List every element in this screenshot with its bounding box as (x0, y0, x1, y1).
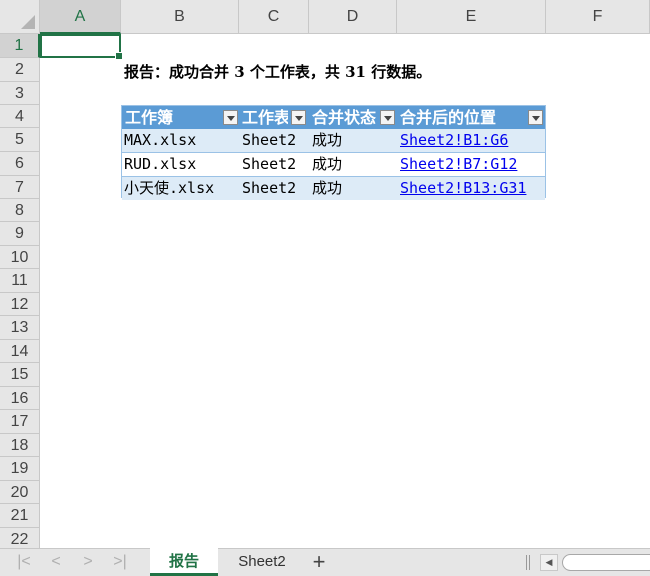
cell-workbook[interactable]: RUD.xlsx (124, 153, 238, 176)
tab-sheet2[interactable]: Sheet2 (220, 548, 304, 576)
row-header-10[interactable]: 10 (0, 246, 40, 269)
filter-dropdown-icon[interactable] (528, 110, 543, 125)
fill-handle[interactable] (115, 52, 123, 60)
row-header-5[interactable]: 5 (0, 128, 40, 152)
row-header-9[interactable]: 9 (0, 222, 40, 246)
row-header-3[interactable]: 3 (0, 82, 40, 105)
location-link[interactable]: Sheet2!B7:G12 (400, 153, 545, 176)
row-header-13[interactable]: 13 (0, 316, 40, 340)
table-header-row: 工作簿 工作表 合并状态 合并后的位置 (122, 106, 545, 129)
next-sheet-icon[interactable]: > (78, 552, 98, 572)
row-header-14[interactable]: 14 (0, 340, 40, 363)
location-link[interactable]: Sheet2!B1:G6 (400, 129, 545, 152)
last-sheet-icon[interactable]: >| (110, 552, 130, 572)
horizontal-scrollbar[interactable] (562, 554, 650, 571)
row-header-8[interactable]: 8 (0, 199, 40, 222)
sheet-tab-bar: |< < > >| 报告 Sheet2 + ◀ (0, 548, 650, 576)
tab-report[interactable]: 报告 (150, 548, 218, 576)
filter-dropdown-icon[interactable] (291, 110, 306, 125)
cell-worksheet[interactable]: Sheet2 (242, 177, 310, 200)
first-sheet-icon[interactable]: |< (14, 552, 34, 572)
location-link[interactable]: Sheet2!B13:G31 (400, 177, 545, 200)
row-header-12[interactable]: 12 (0, 293, 40, 316)
header-worksheet: 工作表 (242, 108, 288, 127)
selected-cell-a1[interactable] (40, 34, 123, 60)
table-row: RUD.xlsx Sheet2 成功 Sheet2!B7:G12 (122, 153, 545, 177)
header-merge-status: 合并状态 (312, 108, 377, 127)
row-header-4[interactable]: 4 (0, 105, 40, 128)
cell-status[interactable]: 成功 (312, 129, 398, 152)
row-header-16[interactable]: 16 (0, 387, 40, 410)
row-header-22[interactable]: 22 (0, 528, 40, 548)
row-header-1[interactable]: 1 (0, 34, 40, 58)
merge-report-table[interactable]: 工作簿 工作表 合并状态 合并后的位置 MAX.xlsx Sheet2 成功 S… (121, 105, 546, 200)
spreadsheet-grid[interactable]: A B C D E F 1 2 3 4 5 6 7 8 9 10 11 12 1… (0, 0, 650, 548)
prev-sheet-icon[interactable]: < (46, 552, 66, 572)
cell-worksheet[interactable]: Sheet2 (242, 153, 310, 176)
column-header-f[interactable]: F (546, 0, 650, 34)
add-sheet-icon[interactable]: + (308, 551, 330, 573)
scroll-left-icon[interactable]: ◀ (540, 554, 558, 571)
row-header-6[interactable]: 6 (0, 152, 40, 176)
cell-worksheet[interactable]: Sheet2 (242, 129, 310, 152)
header-workbook: 工作簿 (125, 108, 174, 127)
column-header-d[interactable]: D (309, 0, 397, 34)
row-header-7[interactable]: 7 (0, 176, 40, 199)
column-header-b[interactable]: B (121, 0, 239, 34)
tab-scroll-splitter-icon[interactable] (526, 555, 530, 570)
column-header-c[interactable]: C (239, 0, 309, 34)
column-header-a[interactable]: A (40, 0, 121, 34)
row-header-18[interactable]: 18 (0, 434, 40, 457)
row-header-19[interactable]: 19 (0, 457, 40, 481)
filter-dropdown-icon[interactable] (380, 110, 395, 125)
row-header-21[interactable]: 21 (0, 504, 40, 528)
filter-dropdown-icon[interactable] (223, 110, 238, 125)
column-header-e[interactable]: E (397, 0, 546, 34)
row-header-17[interactable]: 17 (0, 410, 40, 434)
select-all-triangle-icon (21, 15, 35, 29)
cell-workbook[interactable]: MAX.xlsx (124, 129, 238, 152)
row-header-20[interactable]: 20 (0, 481, 40, 504)
row-header-11[interactable]: 11 (0, 269, 40, 293)
header-merged-location: 合并后的位置 (400, 108, 497, 127)
table-row: MAX.xlsx Sheet2 成功 Sheet2!B1:G6 (122, 129, 545, 153)
cell-workbook[interactable]: 小天使.xlsx (124, 177, 238, 200)
table-row: 小天使.xlsx Sheet2 成功 Sheet2!B13:G31 (122, 177, 545, 200)
select-all-corner[interactable] (0, 0, 40, 34)
row-header-15[interactable]: 15 (0, 363, 40, 387)
row-header-2[interactable]: 2 (0, 58, 40, 82)
cell-status[interactable]: 成功 (312, 153, 398, 176)
report-summary-text: 报告：成功合并 3 个工作表，共 31 行数据。 (124, 63, 432, 81)
cell-status[interactable]: 成功 (312, 177, 398, 200)
